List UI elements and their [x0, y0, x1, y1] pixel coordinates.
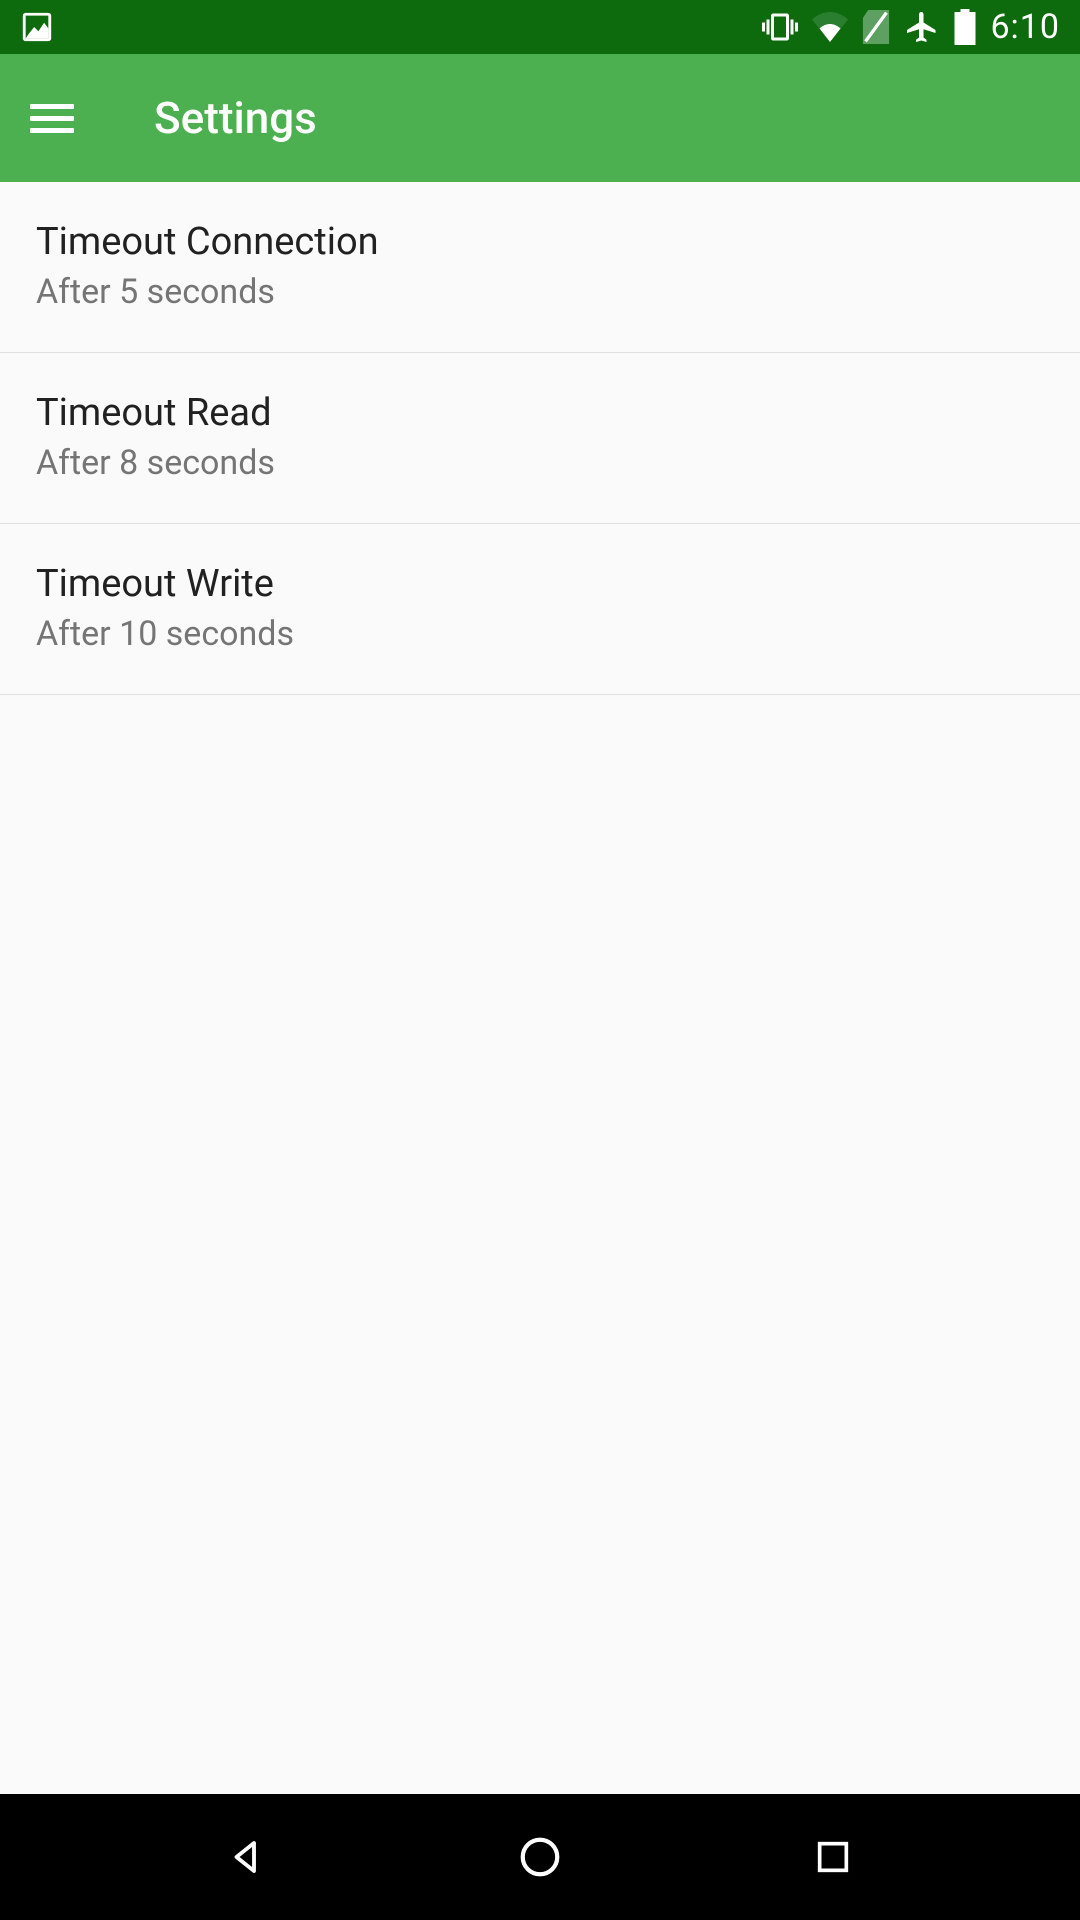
status-right: 6:10 [762, 7, 1060, 47]
setting-timeout-connection[interactable]: Timeout Connection After 5 seconds [0, 182, 1080, 353]
setting-item-subtitle: After 5 seconds [36, 272, 1044, 312]
setting-item-title: Timeout Read [36, 391, 1044, 435]
setting-item-title: Timeout Connection [36, 220, 1044, 264]
setting-item-title: Timeout Write [36, 562, 1044, 606]
setting-timeout-read[interactable]: Timeout Read After 8 seconds [0, 353, 1080, 524]
airplane-icon [904, 9, 940, 45]
setting-item-subtitle: After 10 seconds [36, 614, 1044, 654]
status-left [20, 10, 54, 44]
battery-icon [954, 9, 976, 45]
status-time: 6:10 [990, 7, 1060, 47]
vibrate-icon [762, 9, 798, 45]
navigation-bar [0, 1794, 1080, 1920]
status-bar: 6:10 [0, 0, 1080, 54]
home-button[interactable] [510, 1827, 570, 1887]
wifi-icon [812, 12, 848, 42]
setting-item-subtitle: After 8 seconds [36, 443, 1044, 483]
menu-icon[interactable] [30, 94, 78, 142]
recent-apps-button[interactable] [803, 1827, 863, 1887]
settings-list: Timeout Connection After 5 seconds Timeo… [0, 182, 1080, 1794]
page-title: Settings [154, 92, 317, 144]
app-bar: Settings [0, 54, 1080, 182]
no-sim-icon [862, 10, 890, 44]
setting-timeout-write[interactable]: Timeout Write After 10 seconds [0, 524, 1080, 695]
image-icon [20, 10, 54, 44]
back-button[interactable] [217, 1827, 277, 1887]
